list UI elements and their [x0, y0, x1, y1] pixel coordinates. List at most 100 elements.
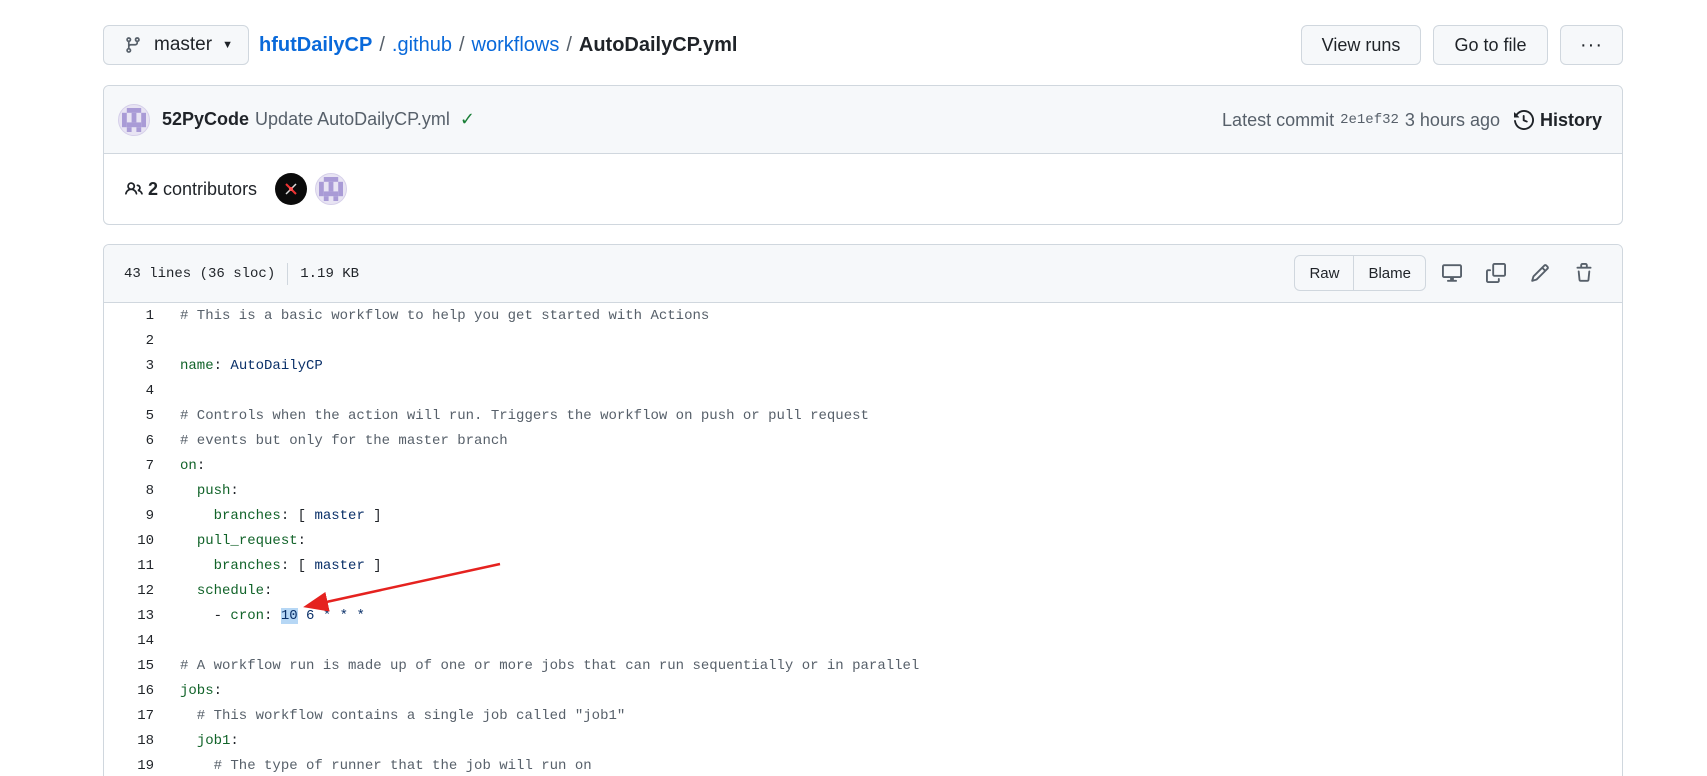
line-number[interactable]: 14 [104, 633, 154, 649]
caret-down-icon: ▼ [222, 39, 233, 51]
code-token: : [ [280, 557, 315, 574]
branch-name: master [154, 34, 213, 55]
line-number[interactable]: 19 [104, 758, 154, 774]
people-icon [125, 182, 143, 195]
breadcrumb-repo-link[interactable]: hfutDailyCP [259, 34, 372, 57]
code-token: # events but only for the master branch [180, 432, 508, 449]
code-line[interactable]: 13 - cron: 10 6 * * * [104, 603, 1622, 628]
commit-message-link[interactable]: Update AutoDailyCP.yml [255, 109, 450, 130]
code-line[interactable]: 5 # Controls when the action will run. Tr… [104, 403, 1622, 428]
breadcrumb-workflows-link[interactable]: workflows [472, 34, 560, 57]
go-to-file-button[interactable]: Go to file [1433, 25, 1548, 65]
branch-selector[interactable]: master ▼ [103, 25, 249, 65]
breadcrumb-separator: / [458, 33, 465, 56]
code-token: name [180, 357, 214, 374]
code-line[interactable]: 18 job1: [104, 728, 1622, 753]
code-content: branches: [ master ] [154, 558, 382, 574]
code-line[interactable]: 3 name: AutoDailyCP [104, 353, 1622, 378]
line-number[interactable]: 18 [104, 733, 154, 749]
line-number[interactable]: 17 [104, 708, 154, 724]
commit-sha-link[interactable]: 2e1ef32 [1340, 112, 1399, 128]
line-number[interactable]: 12 [104, 583, 154, 599]
trash-icon[interactable] [1566, 255, 1602, 291]
code-content: # events but only for the master branch [154, 433, 508, 449]
line-number[interactable]: 5 [104, 408, 154, 424]
display-icon[interactable] [1434, 255, 1470, 291]
code-content: schedule: [154, 583, 273, 599]
code-line[interactable]: 19 # The type of runner that the job wil… [104, 753, 1622, 776]
line-number[interactable]: 11 [104, 558, 154, 574]
line-number[interactable]: 8 [104, 483, 154, 499]
code-content: push: [154, 483, 239, 499]
line-number[interactable]: 9 [104, 508, 154, 524]
contributors-label[interactable]: contributors [163, 179, 257, 200]
code-content: job1: [154, 733, 239, 749]
line-number[interactable]: 3 [104, 358, 154, 374]
code-content: jobs: [154, 683, 222, 699]
file-viewer: 43 lines (36 sloc) 1.19 KB Raw Blame 1 # … [103, 244, 1623, 776]
code-line[interactable]: 10 pull_request: [104, 528, 1622, 553]
code-token: : [213, 682, 223, 699]
contributors-row: 2 contributors [104, 154, 1622, 224]
code-view[interactable]: 1 # This is a basic workflow to help you … [104, 303, 1622, 776]
code-token: AutoDailyCP [230, 357, 323, 374]
code-token: branches [213, 507, 281, 524]
breadcrumb-github-link[interactable]: .github [392, 34, 452, 57]
commit-author-link[interactable]: 52PyCode [162, 109, 249, 130]
code-line[interactable]: 4 [104, 378, 1622, 403]
code-line[interactable]: 9 branches: [ master ] [104, 503, 1622, 528]
line-number[interactable]: 13 [104, 608, 154, 624]
code-token: branches [213, 557, 281, 574]
code-token: master [314, 557, 365, 574]
code-line[interactable]: 1 # This is a basic workflow to help you … [104, 303, 1622, 328]
view-runs-button[interactable]: View runs [1301, 25, 1421, 65]
code-line[interactable]: 11 branches: [ master ] [104, 553, 1622, 578]
commit-time: 3 hours ago [1404, 109, 1500, 130]
more-options-button[interactable]: ··· [1560, 25, 1623, 65]
pencil-icon[interactable] [1522, 255, 1558, 291]
file-header: 43 lines (36 sloc) 1.19 KB Raw Blame [104, 245, 1622, 303]
avatar[interactable] [118, 103, 150, 136]
code-line[interactable]: 12 schedule: [104, 578, 1622, 603]
blame-button[interactable]: Blame [1353, 256, 1425, 290]
copy-icon[interactable] [1478, 255, 1514, 291]
code-token: on [180, 457, 197, 474]
code-line[interactable]: 17 # This workflow contains a single job… [104, 703, 1622, 728]
code-line[interactable]: 6 # events but only for the master branch [104, 428, 1622, 453]
check-icon[interactable]: ✓ [460, 109, 475, 130]
code-token: 10 [280, 607, 298, 624]
code-line[interactable]: 15 # A workflow run is made up of one or … [104, 653, 1622, 678]
code-content: # Controls when the action will run. Tri… [154, 408, 869, 424]
line-number[interactable]: 16 [104, 683, 154, 699]
line-number[interactable]: 15 [104, 658, 154, 674]
contributors-count[interactable]: 2 [148, 179, 158, 200]
code-line[interactable]: 7 on: [104, 453, 1622, 478]
history-icon [1513, 110, 1534, 130]
code-line[interactable]: 16 jobs: [104, 678, 1622, 703]
line-number[interactable]: 4 [104, 383, 154, 399]
avatar[interactable] [315, 173, 348, 205]
line-number[interactable]: 7 [104, 458, 154, 474]
line-number[interactable]: 10 [104, 533, 154, 549]
line-number[interactable]: 1 [104, 308, 154, 324]
avatar[interactable] [275, 173, 308, 205]
code-token: job1 [196, 732, 231, 749]
raw-button[interactable]: Raw [1295, 256, 1353, 290]
code-line[interactable]: 14 [104, 628, 1622, 653]
code-token: ] [364, 557, 382, 574]
code-token: cron [230, 607, 265, 624]
avatar-image-icon [285, 183, 297, 195]
line-number[interactable]: 2 [104, 333, 154, 349]
code-token: : [196, 457, 206, 474]
code-line[interactable]: 8 push: [104, 478, 1622, 503]
raw-blame-group: Raw Blame [1294, 255, 1426, 291]
history-link[interactable]: History [1513, 110, 1602, 131]
code-token: push [196, 482, 231, 499]
code-token: : [213, 357, 231, 374]
code-line[interactable]: 2 [104, 328, 1622, 353]
line-number[interactable]: 6 [104, 433, 154, 449]
